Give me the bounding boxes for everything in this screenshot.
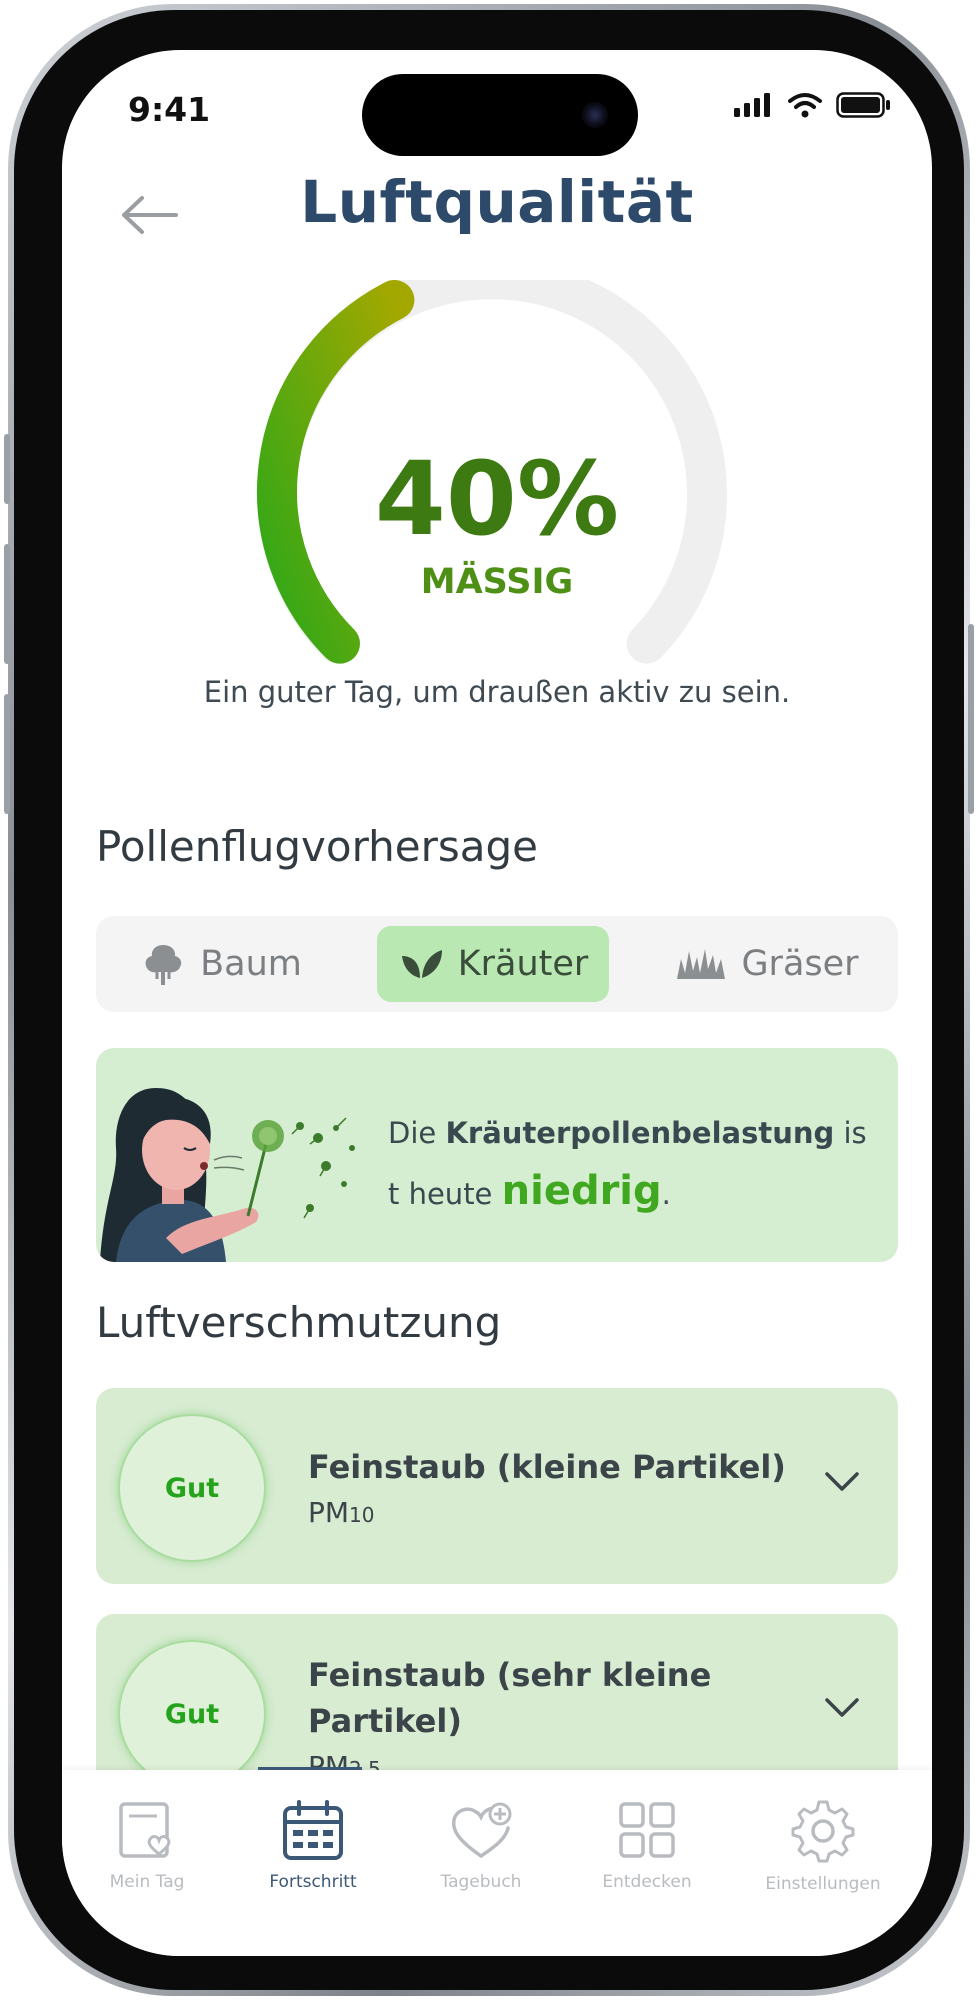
nav-einstellungen-label: Einstellungen bbox=[765, 1874, 881, 1894]
nav-fortschritt[interactable]: Fortschritt bbox=[228, 1798, 398, 1892]
nav-tagebuch-label: Tagebuch bbox=[440, 1872, 522, 1892]
volume-up-button bbox=[4, 544, 10, 664]
dynamic-island bbox=[362, 74, 638, 156]
status-time: 9:41 bbox=[128, 90, 211, 129]
chevron-down-icon[interactable] bbox=[824, 1696, 860, 1720]
wifi-icon bbox=[788, 93, 822, 118]
pollen-level: niedrig bbox=[501, 1168, 662, 1214]
pollutant-code: PM10 bbox=[308, 1490, 788, 1538]
pollen-info-suffix: . bbox=[661, 1177, 671, 1211]
nav-mein-tag[interactable]: Mein Tag bbox=[62, 1798, 232, 1892]
calendar-grid-icon bbox=[283, 1800, 343, 1860]
app-screen: 9:41 Luftqualität 40% MÄSSIG Ein guter T… bbox=[62, 50, 932, 1956]
pollen-info-prefix: Die bbox=[388, 1116, 446, 1150]
pollutant-code-sub: 10 bbox=[349, 1503, 375, 1527]
woman-blowing-dandelion-illustration bbox=[100, 1088, 355, 1262]
camera-icon bbox=[582, 102, 608, 128]
quality-badge: Gut bbox=[118, 1414, 266, 1562]
pollen-section-title: Pollenflugvorhersage bbox=[96, 822, 538, 871]
volume-down-button bbox=[4, 694, 10, 814]
active-tab-indicator bbox=[258, 1767, 362, 1770]
nav-einstellungen[interactable]: Einstellungen bbox=[738, 1798, 908, 1894]
pollutant-title: Feinstaub (kleine Partikel) PM10 bbox=[308, 1444, 788, 1538]
tab-kraeuter[interactable]: Kräuter bbox=[377, 926, 609, 1002]
tab-graeser[interactable]: Gräser bbox=[652, 926, 882, 1002]
pollution-card-pm10[interactable]: Gut Feinstaub (kleine Partikel) PM10 bbox=[96, 1388, 898, 1584]
grid-icon bbox=[619, 1802, 675, 1858]
pollutant-name: Feinstaub (kleine Partikel) bbox=[308, 1448, 786, 1486]
phone-frame: 9:41 Luftqualität 40% MÄSSIG Ein guter T… bbox=[4, 4, 974, 1996]
power-button bbox=[968, 624, 974, 814]
tab-baum-label: Baum bbox=[200, 944, 302, 984]
tab-baum[interactable]: Baum bbox=[116, 926, 326, 1002]
calendar-heart-icon bbox=[119, 1802, 171, 1858]
tab-graeser-label: Gräser bbox=[741, 944, 859, 984]
chevron-down-icon[interactable] bbox=[824, 1470, 860, 1494]
quality-badge: Gut bbox=[118, 1640, 266, 1788]
heart-plus-icon bbox=[451, 1802, 512, 1858]
nav-mein-tag-label: Mein Tag bbox=[109, 1872, 185, 1892]
tab-kraeuter-label: Kräuter bbox=[457, 944, 589, 984]
leaf-icon bbox=[401, 950, 442, 978]
pollutant-code-main: PM bbox=[308, 1496, 350, 1529]
gear-icon bbox=[791, 1800, 855, 1863]
pollution-section-title: Luftverschmutzung bbox=[96, 1298, 502, 1347]
status-icons bbox=[734, 92, 892, 118]
air-quality-percent: 40% bbox=[374, 440, 620, 559]
air-quality-label: MÄSSIG bbox=[420, 562, 574, 602]
nav-fortschritt-label: Fortschritt bbox=[269, 1872, 357, 1892]
battery-icon bbox=[836, 92, 890, 118]
mute-switch bbox=[4, 434, 10, 504]
pollen-info-text: Die Kräuterpollenbelastung is t heute ni… bbox=[388, 1104, 878, 1223]
pollutant-name: Feinstaub (sehr kleine Partikel) bbox=[308, 1656, 712, 1740]
pollen-info-card: Die Kräuterpollenbelastung is t heute ni… bbox=[96, 1048, 898, 1262]
bottom-tab-bar: Mein Tag Fortschritt Tagebuch Entdecken … bbox=[62, 1767, 932, 1956]
nav-tagebuch[interactable]: Tagebuch bbox=[396, 1798, 566, 1892]
pollen-tabs: Baum Kräuter Gräser bbox=[96, 916, 898, 1012]
tree-icon bbox=[145, 945, 182, 985]
page-title: Luftqualität bbox=[300, 168, 694, 236]
signal-icon bbox=[734, 93, 770, 117]
pollen-info-highlight: Kräuterpollenbelastung bbox=[445, 1116, 835, 1150]
nav-entdecken-label: Entdecken bbox=[602, 1872, 692, 1892]
air-quality-description: Ein guter Tag, um draußen aktiv zu sein. bbox=[203, 675, 791, 709]
grass-icon bbox=[677, 949, 726, 979]
nav-entdecken[interactable]: Entdecken bbox=[562, 1798, 732, 1892]
